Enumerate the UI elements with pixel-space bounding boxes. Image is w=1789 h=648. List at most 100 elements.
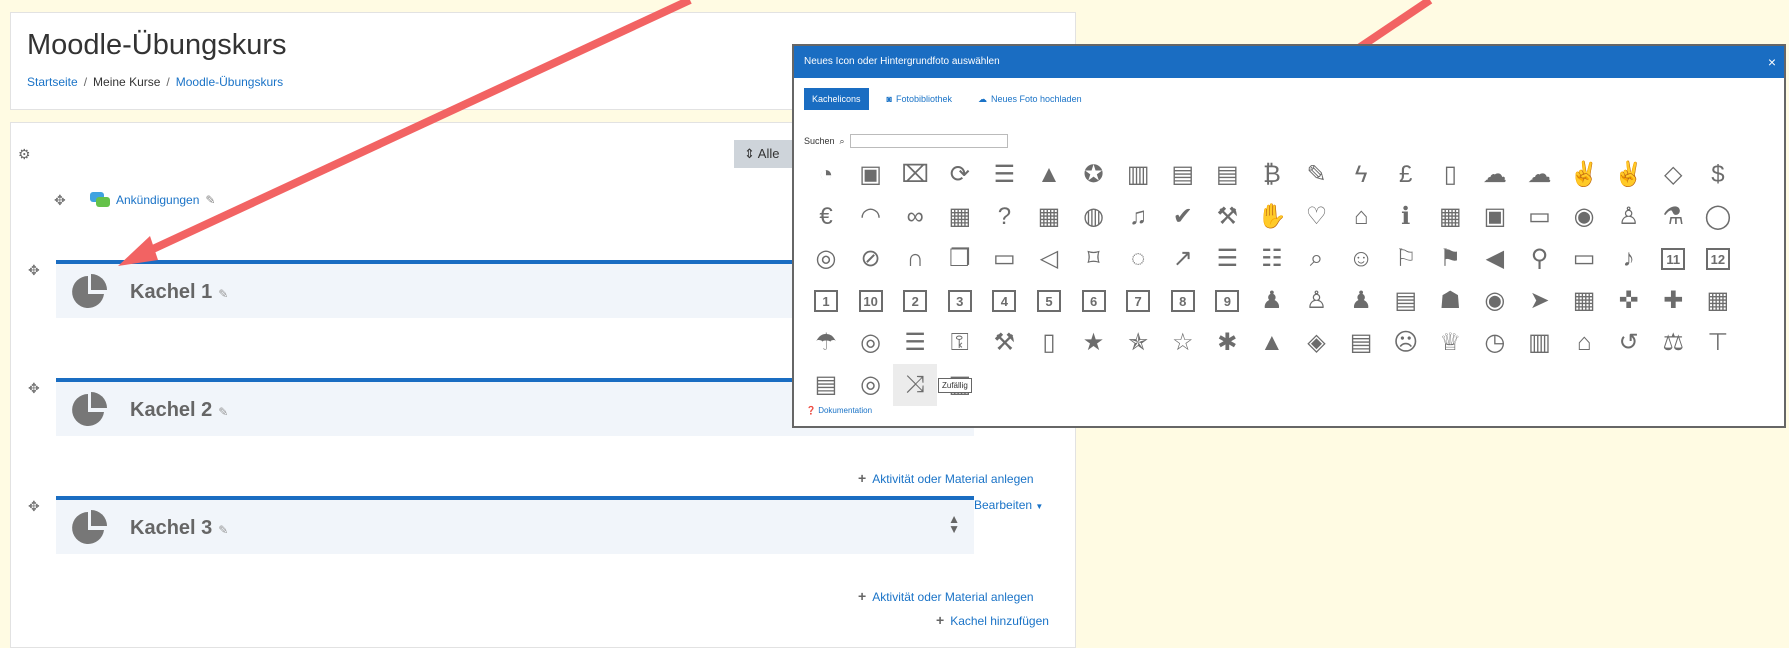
laptop-icon[interactable]: ▭: [982, 238, 1026, 280]
handshake-icon[interactable]: ✋: [1250, 196, 1294, 238]
copy-icon[interactable]: ❐: [938, 238, 982, 280]
puzzle-piece-icon[interactable]: ✚: [1651, 280, 1695, 322]
search-input[interactable]: [849, 134, 1008, 148]
euro-icon[interactable]: €: [804, 196, 848, 238]
tab-upload-photo[interactable]: ☁ Neues Foto hochladen: [970, 88, 1090, 110]
life-ring-icon[interactable]: ◎: [849, 322, 893, 364]
thumbs-down-icon[interactable]: ✌: [1607, 154, 1651, 196]
diamond-icon[interactable]: ◇: [1651, 154, 1695, 196]
num-5-icon[interactable]: 5: [1027, 280, 1071, 322]
bitcoin-icon[interactable]: ₿: [1250, 154, 1294, 196]
binoculars-icon[interactable]: ∞: [893, 196, 937, 238]
bullhorn-icon[interactable]: ◀: [1473, 238, 1517, 280]
podcast-icon[interactable]: ◉: [1473, 280, 1517, 322]
asterisk-icon[interactable]: ✱: [1205, 322, 1249, 364]
num-3-icon[interactable]: 3: [938, 280, 982, 322]
flag-icon[interactable]: ⚐: [1384, 238, 1428, 280]
volume-icon[interactable]: ◁: [1027, 238, 1071, 280]
comment-icon[interactable]: ◯: [1696, 196, 1740, 238]
compass-icon[interactable]: ⊘: [849, 238, 893, 280]
bar-chart-small-icon[interactable]: ▥: [1518, 322, 1562, 364]
headphones-icon[interactable]: ∩: [893, 238, 937, 280]
target-icon[interactable]: ◎: [849, 364, 893, 406]
puzzle-icon[interactable]: ✜: [1607, 280, 1651, 322]
tags-icon[interactable]: ◈: [1295, 322, 1339, 364]
random-icon[interactable]: ⤨: [893, 364, 938, 406]
balance-icon[interactable]: ⚖: [1651, 322, 1695, 364]
bolt-icon[interactable]: ϟ: [1339, 154, 1383, 196]
server-icon[interactable]: ☰: [982, 154, 1026, 196]
key-icon[interactable]: ⚿: [938, 322, 982, 364]
mobile-icon[interactable]: ▯: [1027, 322, 1071, 364]
num-8-icon[interactable]: 8: [1161, 280, 1205, 322]
bell-icon[interactable]: ♫: [1116, 196, 1160, 238]
file-a-plus-icon[interactable]: ▤: [1161, 154, 1205, 196]
microphone-icon[interactable]: ⚲: [1518, 238, 1562, 280]
bookmark-icon[interactable]: ⌑: [1072, 238, 1116, 280]
thumbs-up-icon[interactable]: ✌: [1562, 154, 1606, 196]
dollar-icon[interactable]: $: [1696, 154, 1740, 196]
cloud-download-icon[interactable]: ☁: [1473, 154, 1517, 196]
calendar-check-icon[interactable]: ▣: [1473, 196, 1517, 238]
clock-icon[interactable]: ◷: [1473, 322, 1517, 364]
calendar-icon[interactable]: ▦: [1428, 196, 1472, 238]
child-icon[interactable]: ♙: [1607, 196, 1651, 238]
signpost-icon[interactable]: ⊤: [1696, 322, 1740, 364]
edit-icon[interactable]: ✎: [1295, 154, 1339, 196]
gavel-icon[interactable]: ⚒: [1205, 196, 1249, 238]
list-icon[interactable]: ☰: [1205, 238, 1249, 280]
num-12-icon[interactable]: 12: [1696, 238, 1740, 280]
book-icon[interactable]: ▯: [1428, 154, 1472, 196]
refresh-icon[interactable]: ⟳: [938, 154, 982, 196]
num-2-icon[interactable]: 2: [893, 280, 937, 322]
pie-chart-icon[interactable]: ◔: [804, 154, 848, 196]
rss-icon[interactable]: ◠: [849, 196, 893, 238]
num-9-icon[interactable]: 9: [1205, 280, 1249, 322]
frown-icon[interactable]: ☹: [1384, 322, 1428, 364]
institution-icon[interactable]: ⌂: [1562, 322, 1606, 364]
sliders-icon[interactable]: ☰: [893, 322, 937, 364]
num-6-icon[interactable]: 6: [1072, 280, 1116, 322]
bar-chart-icon[interactable]: ▥: [1116, 154, 1160, 196]
close-icon[interactable]: ×: [1768, 46, 1776, 78]
trophy-icon[interactable]: ♕: [1428, 322, 1472, 364]
info-icon[interactable]: ℹ: [1384, 196, 1428, 238]
road-icon[interactable]: ▲: [1250, 322, 1294, 364]
smile-icon[interactable]: ☺: [1339, 238, 1383, 280]
calculator-icon[interactable]: ▦: [1696, 280, 1740, 322]
line-chart-icon[interactable]: ↗: [1161, 238, 1205, 280]
tab-kachelicons[interactable]: Kachelicons: [804, 88, 869, 110]
graduation-cap-icon[interactable]: ⌂: [1339, 196, 1383, 238]
user-outline-icon[interactable]: ♙: [1295, 280, 1339, 322]
location-arrow-icon[interactable]: ➤: [1518, 280, 1562, 322]
award-icon[interactable]: ✪: [1072, 154, 1116, 196]
lightbulb-icon[interactable]: ◌: [1116, 238, 1160, 280]
comments-icon[interactable]: ◎: [804, 238, 848, 280]
newspaper-icon[interactable]: ▤: [804, 364, 848, 406]
documentation-link[interactable]: ❓ Dokumentation: [806, 406, 872, 415]
film-icon[interactable]: ▦: [938, 196, 982, 238]
star-icon[interactable]: ★: [1072, 322, 1116, 364]
ordered-list-icon[interactable]: ☷: [1250, 238, 1294, 280]
file-icon[interactable]: ▤: [1339, 322, 1383, 364]
cloud-upload-icon[interactable]: ☁: [1518, 154, 1562, 196]
history-icon[interactable]: ↺: [1607, 322, 1651, 364]
star-half-icon[interactable]: ✯: [1116, 322, 1160, 364]
num-10-icon[interactable]: 10: [849, 280, 893, 322]
file-clock-icon[interactable]: ▤: [1205, 154, 1249, 196]
user-icon[interactable]: ♟: [1250, 280, 1294, 322]
num-7-icon[interactable]: 7: [1116, 280, 1160, 322]
question-icon[interactable]: ?: [982, 196, 1026, 238]
search-icon[interactable]: ⌕: [1295, 238, 1339, 280]
star-outline-icon[interactable]: ☆: [1161, 322, 1205, 364]
music-icon[interactable]: ♪: [1607, 238, 1651, 280]
users-icon[interactable]: ☗: [1428, 280, 1472, 322]
flag-checkered-icon[interactable]: ⚑: [1428, 238, 1472, 280]
warning-icon[interactable]: ▲: [1027, 154, 1071, 196]
heartbeat-icon[interactable]: ♡: [1295, 196, 1339, 238]
user-md-icon[interactable]: ♟: [1339, 280, 1383, 322]
wrench-icon[interactable]: ⚒: [982, 322, 1026, 364]
building-icon[interactable]: ▦: [1027, 196, 1071, 238]
presentation-icon[interactable]: ▦: [1562, 280, 1606, 322]
map-marker-icon[interactable]: ◉: [1562, 196, 1606, 238]
